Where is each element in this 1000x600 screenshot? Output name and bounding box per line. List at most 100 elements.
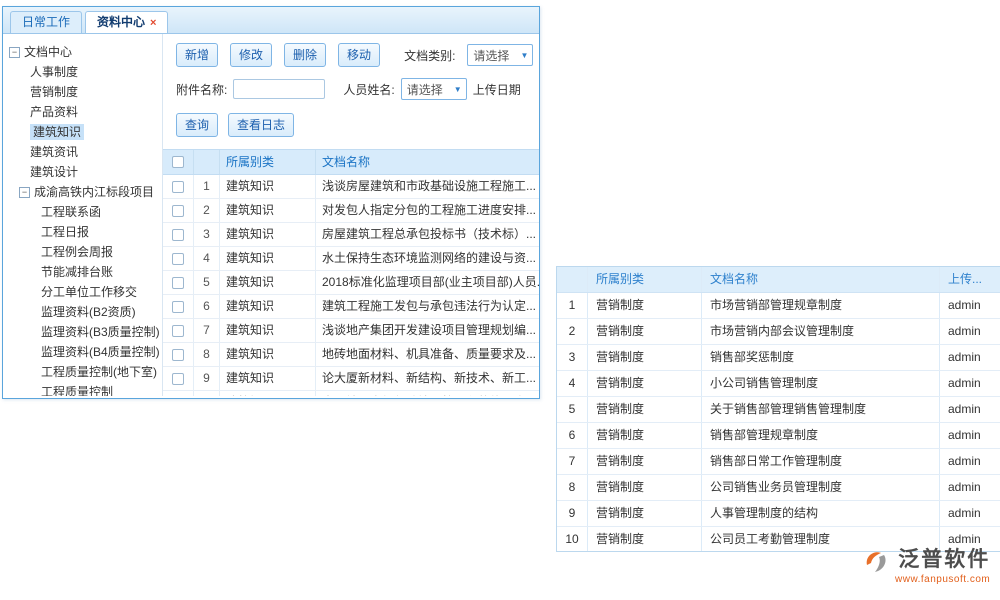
row-checkbox[interactable]: [172, 277, 184, 289]
tree-label: 监理资料(B4质量控制): [41, 345, 160, 359]
collapse-icon[interactable]: −: [9, 47, 20, 58]
row-number: 1: [193, 175, 219, 198]
tab-data-center[interactable]: 资料中心 ×: [85, 11, 168, 33]
tree-label: 建筑设计: [30, 165, 78, 179]
row-docname: 浅谈房屋建筑和市政基础设施工程施工...: [315, 175, 539, 198]
row-checkbox[interactable]: [172, 253, 184, 265]
row-checkbox[interactable]: [172, 373, 184, 385]
person-name-select[interactable]: 请选择▼: [401, 78, 467, 100]
move-button[interactable]: 移动: [338, 43, 380, 67]
table-row[interactable]: 2建筑知识对发包人指定分包的工程施工进度安排...: [163, 199, 539, 223]
row-number: 4: [193, 247, 219, 270]
sidebar-item[interactable]: 工程质量控制: [3, 382, 162, 396]
number-column-header: [193, 150, 219, 174]
collapse-icon[interactable]: −: [19, 187, 30, 198]
tree-label: 建筑资讯: [30, 145, 78, 159]
row-uploader: admin: [939, 501, 1000, 526]
row-category: 建筑知识: [219, 223, 315, 246]
table-row[interactable]: 6营销制度销售部管理规章制度admin: [557, 423, 1000, 449]
doc-category-select[interactable]: 请选择▼: [467, 44, 533, 66]
table-row[interactable]: 6建筑知识建筑工程施工发包与承包违法行为认定...: [163, 295, 539, 319]
sidebar-item[interactable]: 建筑设计: [3, 162, 162, 182]
row-checkbox[interactable]: [172, 181, 184, 193]
delete-button[interactable]: 删除: [284, 43, 326, 67]
row-docname: 销售部奖惩制度: [701, 345, 939, 370]
row-number: 9: [557, 501, 587, 526]
add-button[interactable]: 新增: [176, 43, 218, 67]
tab-daily-work[interactable]: 日常工作: [10, 11, 82, 33]
row-number: 3: [193, 223, 219, 246]
close-icon[interactable]: ×: [150, 17, 156, 29]
category-column-header: 所属别类: [587, 267, 701, 292]
row-category: 建筑知识: [219, 343, 315, 366]
sidebar-item[interactable]: 产品资料: [3, 102, 162, 122]
row-checkbox[interactable]: [172, 205, 184, 217]
row-checkbox[interactable]: [172, 229, 184, 241]
row-number: 2: [557, 319, 587, 344]
row-checkbox[interactable]: [172, 325, 184, 337]
sidebar-item[interactable]: 工程日报: [3, 222, 162, 242]
sidebar-item[interactable]: 分工单位工作移交: [3, 282, 162, 302]
fanpu-logo-icon: [862, 548, 890, 579]
row-uploader: admin: [939, 371, 1000, 396]
doc-category-label: 文档类别:: [404, 47, 455, 64]
row-docname: 水土保持生态环境监测网络的建设与资...: [315, 247, 539, 270]
table-row[interactable]: 10建筑知识大厦地下室加气砼墙砌筑工程的施工方...: [163, 391, 539, 396]
sidebar-item[interactable]: 监理资料(B4质量控制): [3, 342, 162, 362]
sidebar-item-project-root[interactable]: −成渝高铁内江标段项目: [3, 182, 162, 202]
tree-label: 工程联系函: [41, 205, 101, 219]
row-docname: 建筑工程施工发包与承包违法行为认定...: [315, 295, 539, 318]
row-uploader: admin: [939, 449, 1000, 474]
query-button[interactable]: 查询: [176, 113, 218, 137]
attachment-name-input[interactable]: [233, 79, 325, 99]
sidebar-item-selected[interactable]: 建筑知识: [3, 122, 162, 142]
sidebar-item[interactable]: 工程例会周报: [3, 242, 162, 262]
table-row[interactable]: 5建筑知识2018标准化监理项目部(业主项目部)人员...: [163, 271, 539, 295]
table-row[interactable]: 3营销制度销售部奖惩制度admin: [557, 345, 1000, 371]
table-row[interactable]: 4营销制度小公司销售管理制度admin: [557, 371, 1000, 397]
row-number: 10: [193, 391, 219, 396]
sidebar-item-document-center[interactable]: −文档中心: [3, 42, 162, 62]
table-row[interactable]: 3建筑知识房屋建筑工程总承包投标书（技术标）...: [163, 223, 539, 247]
row-checkbox[interactable]: [172, 301, 184, 313]
table-row[interactable]: 4建筑知识水土保持生态环境监测网络的建设与资...: [163, 247, 539, 271]
tab-label: 资料中心: [97, 15, 145, 29]
row-number: 1: [557, 293, 587, 318]
table-row[interactable]: 7营销制度销售部日常工作管理制度admin: [557, 449, 1000, 475]
table-row[interactable]: 8营销制度公司销售业务员管理制度admin: [557, 475, 1000, 501]
view-log-button[interactable]: 查看日志: [228, 113, 294, 137]
sidebar-item[interactable]: 营销制度: [3, 82, 162, 102]
sidebar-item[interactable]: 建筑资讯: [3, 142, 162, 162]
row-docname: 销售部管理规章制度: [701, 423, 939, 448]
sidebar-item[interactable]: 工程联系函: [3, 202, 162, 222]
table-row[interactable]: 8建筑知识地砖地面材料、机具准备、质量要求及...: [163, 343, 539, 367]
table-row[interactable]: 2营销制度市场营销内部会议管理制度admin: [557, 319, 1000, 345]
sidebar-item[interactable]: 节能减排台账: [3, 262, 162, 282]
row-category: 营销制度: [587, 475, 701, 500]
table-row[interactable]: 9营销制度人事管理制度的结构admin: [557, 501, 1000, 527]
sidebar-item[interactable]: 工程质量控制(地下室): [3, 362, 162, 382]
document-list-panel: 新增 修改 删除 移动 文档类别: 请选择▼ 文档 附件名称: 人员姓名: 请选…: [163, 34, 539, 396]
row-category: 营销制度: [587, 527, 701, 552]
tree-label: 节能减排台账: [41, 265, 113, 279]
row-docname: 大厦地下室加气砼墙砌筑工程的施工方...: [315, 391, 539, 396]
row-docname: 小公司销售管理制度: [701, 371, 939, 396]
tree-label: 营销制度: [30, 85, 78, 99]
brand-name: 泛普软件: [898, 548, 990, 572]
select-all-checkbox[interactable]: [172, 156, 184, 168]
tree-label: 监理资料(B3质量控制): [41, 325, 160, 339]
row-number: 3: [557, 345, 587, 370]
table-row[interactable]: 1营销制度市场营销部管理规章制度admin: [557, 293, 1000, 319]
row-uploader: admin: [939, 475, 1000, 500]
sidebar-item[interactable]: 监理资料(B2资质): [3, 302, 162, 322]
row-checkbox[interactable]: [172, 349, 184, 361]
table-row[interactable]: 1建筑知识浅谈房屋建筑和市政基础设施工程施工...: [163, 175, 539, 199]
row-number: 9: [193, 367, 219, 390]
row-uploader: admin: [939, 423, 1000, 448]
table-row[interactable]: 5营销制度关于销售部管理销售管理制度admin: [557, 397, 1000, 423]
table-row[interactable]: 9建筑知识论大厦新材料、新结构、新技术、新工...: [163, 367, 539, 391]
modify-button[interactable]: 修改: [230, 43, 272, 67]
sidebar-item[interactable]: 人事制度: [3, 62, 162, 82]
sidebar-item[interactable]: 监理资料(B3质量控制): [3, 322, 162, 342]
table-row[interactable]: 7建筑知识浅谈地产集团开发建设项目管理规划编...: [163, 319, 539, 343]
